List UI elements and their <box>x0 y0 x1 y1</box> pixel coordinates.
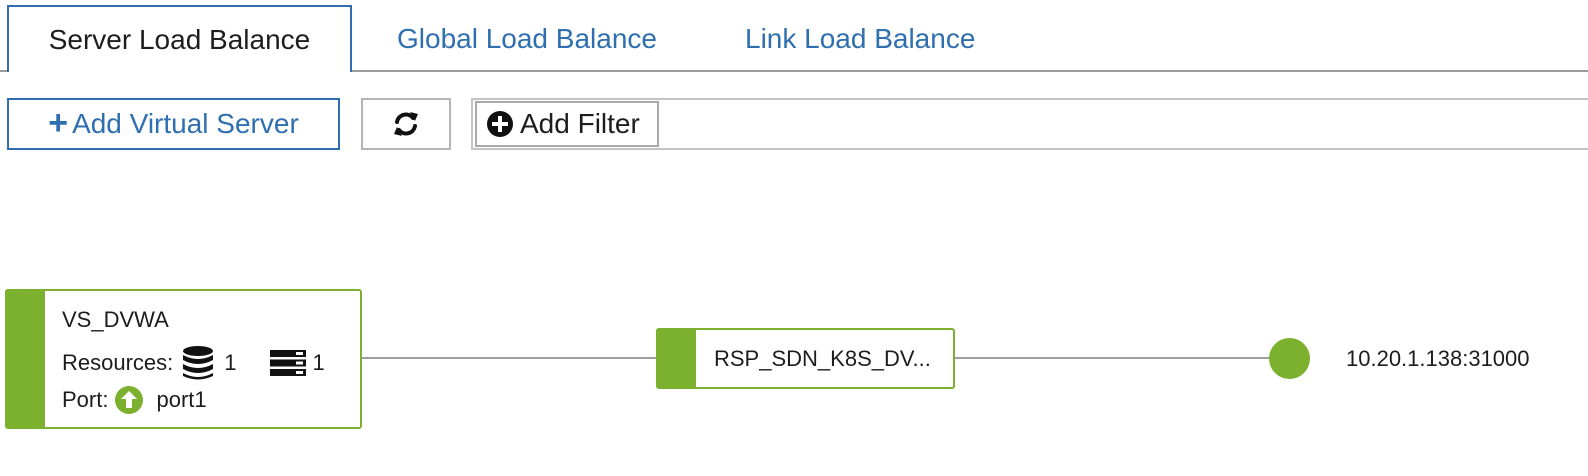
server-pool-status-bar <box>658 330 696 387</box>
tab-global-load-balance[interactable]: Global Load Balance <box>357 6 697 72</box>
add-filter-button[interactable]: Add Filter <box>475 101 659 147</box>
server-count: 1 <box>312 350 325 375</box>
virtual-server-card[interactable]: VS_DVWA Resources: 1 1 Port: port1 <box>5 289 362 429</box>
real-server-status-dot[interactable] <box>1269 338 1310 379</box>
arrow-up-circle-icon <box>115 386 144 414</box>
add-virtual-server-button[interactable]: + Add Virtual Server <box>7 98 340 150</box>
server-icon <box>269 350 306 376</box>
virtual-server-name: VS_DVWA <box>62 307 169 332</box>
pool-to-server-line <box>954 357 1270 359</box>
tab-link-load-balance[interactable]: Link Load Balance <box>705 6 1015 72</box>
plus-icon: + <box>48 103 69 142</box>
database-icon <box>183 346 214 380</box>
add-virtual-server-label: Add Virtual Server <box>72 108 299 139</box>
server-pool-card[interactable]: RSP_SDN_K8S_DV... <box>656 328 955 389</box>
resources-label: Resources: <box>62 350 174 375</box>
port-name: port1 <box>156 387 207 412</box>
plus-circle-icon <box>487 111 513 137</box>
port-label: Port: <box>62 387 109 412</box>
page: Server Load Balance Global Load Balance … <box>0 0 1588 476</box>
refresh-button[interactable] <box>361 98 451 150</box>
virtual-server-resources: Resources: 1 1 <box>62 345 325 381</box>
virtual-server-status-bar <box>7 291 45 427</box>
tab-server-load-balance[interactable]: Server Load Balance <box>7 5 352 72</box>
add-filter-label: Add Filter <box>520 108 640 139</box>
real-server-address: 10.20.1.138:31000 <box>1346 346 1530 371</box>
server-pool-name: RSP_SDN_K8S_DV... <box>714 346 931 371</box>
database-count: 1 <box>224 350 237 375</box>
virtual-server-port: Port: port1 <box>62 385 207 415</box>
refresh-icon <box>394 112 418 136</box>
vs-to-pool-line <box>361 357 657 359</box>
